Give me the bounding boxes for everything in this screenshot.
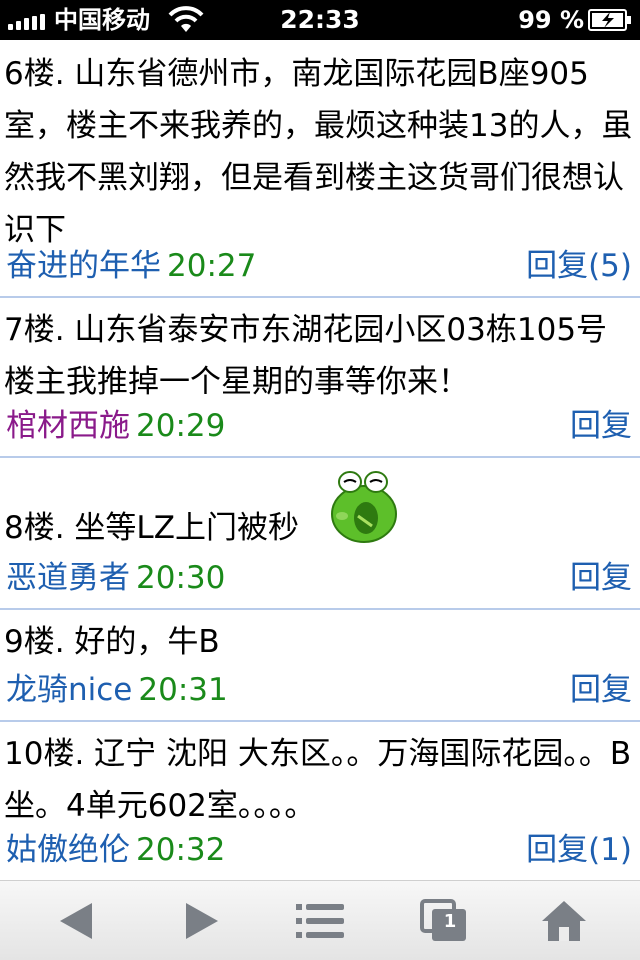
forward-button[interactable] [138,881,266,960]
frog-emoticon-icon [331,471,397,543]
post-item: 7楼. 山东省泰安市东湖花园小区03栋105号 楼主我推掉一个星期的事等你来！ … [0,298,640,458]
battery-charging-icon [588,9,631,31]
status-bar: 中国移动 22:33 99 % [0,0,640,40]
browser-toolbar [0,880,640,960]
post-time: 20:31 [138,672,228,708]
post-time: 20:30 [136,560,226,596]
post-item: 10楼. 辽宁 沈阳 大东区。。万海国际花园。。B坐。4单元602室。。。。 姑… [0,722,640,880]
post-meta: 棺材西施 20:29 [6,406,225,446]
post-time: 20:27 [167,248,257,284]
post-item: 9楼. 好的，牛B 龙骑nice 20:31 回复 [0,610,640,722]
post-author-link[interactable]: 棺材西施 [6,408,130,444]
menu-list-button[interactable] [256,881,384,960]
post-item: 8楼. 坐等LZ上门被秒 恶道勇者 20:30 回复 [0,458,640,610]
reply-button[interactable]: 回复(5) [526,246,632,286]
post-author-link[interactable]: 龙骑nice [6,672,132,708]
post-author-link[interactable]: 恶道勇者 [6,560,130,596]
home-button[interactable] [500,881,628,960]
post-text: 6楼. 山东省德州市，南龙国际花园B座905室，楼主不来我养的，最烦这种装13的… [4,56,633,248]
post-text: 9楼. 好的，牛B [4,624,220,660]
post-meta: 奋进的年华 20:27 [6,246,256,286]
back-button[interactable] [12,881,140,960]
back-icon [60,903,92,939]
reply-button[interactable]: 回复(1) [526,830,632,870]
post-text: 8楼. 坐等LZ上门被秒 [4,510,299,546]
reply-button[interactable]: 回复 [570,558,632,598]
menu-list-icon [296,904,344,938]
battery-percent: 99 % [518,6,584,34]
post-time: 20:29 [136,408,226,444]
home-icon [542,901,586,941]
reply-button[interactable]: 回复 [570,406,632,446]
forward-icon [186,903,218,939]
post-meta: 龙骑nice 20:31 [6,670,228,710]
tabs-count-badge: 1 [443,911,457,932]
post-meta: 姑傲绝伦 20:32 [6,830,225,870]
post-time: 20:32 [136,832,226,868]
post-item: 6楼. 山东省德州市，南龙国际花园B座905室，楼主不来我养的，最烦这种装13的… [0,40,640,298]
post-meta: 恶道勇者 20:30 [6,558,225,598]
post-author-link[interactable]: 奋进的年华 [6,248,161,284]
post-author-link[interactable]: 姑傲绝伦 [6,832,130,868]
post-text: 7楼. 山东省泰安市东湖花园小区03栋105号 楼主我推掉一个星期的事等你来！ [4,312,608,400]
post-text: 10楼. 辽宁 沈阳 大东区。。万海国际花园。。B坐。4单元602室。。。。 [4,736,632,824]
reply-button[interactable]: 回复 [570,670,632,710]
